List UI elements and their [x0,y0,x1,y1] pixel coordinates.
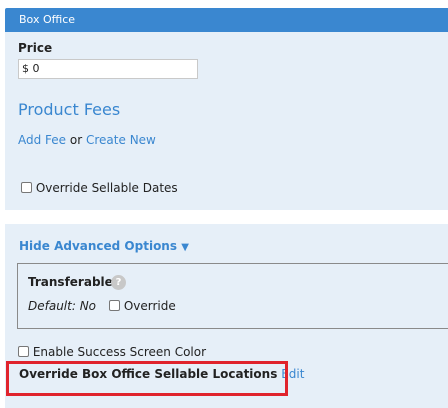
help-icon[interactable]: ? [111,275,126,290]
transferable-override[interactable]: Override [109,299,176,313]
highlight-annotation-box [6,361,288,396]
add-fee-link[interactable]: Add Fee [18,133,66,147]
create-new-link[interactable]: Create New [86,133,156,147]
transferable-label: Transferable [28,275,113,289]
success-color-checkbox[interactable] [18,346,29,357]
transferable-override-checkbox[interactable] [109,300,120,311]
transferable-override-label: Override [123,299,176,313]
pricing-panel: Price $ 0 Product Fees Add Fee or Create… [5,32,448,210]
price-label: Price [18,41,53,55]
transferable-default-text: Default: No [28,299,97,313]
override-sellable-dates[interactable]: Override Sellable Dates [21,181,178,195]
enable-success-screen-color[interactable]: Enable Success Screen Color [18,345,206,359]
product-fees-heading: Product Fees [18,100,121,119]
or-text: or [69,133,83,147]
override-dates-checkbox[interactable] [21,182,32,193]
success-color-label: Enable Success Screen Color [32,345,207,359]
hide-advanced-options-toggle[interactable]: Hide Advanced Options ▼ [19,239,189,253]
caret-down-icon: ▼ [181,242,189,253]
transferable-section: Transferable ? Default: No Override [17,263,448,329]
box-office-header: Box Office [5,8,448,32]
advanced-toggle-label: Hide Advanced Options [19,239,177,253]
price-input[interactable]: $ 0 [18,59,198,79]
fee-links: Add Fee or Create New [18,133,156,147]
override-dates-label: Override Sellable Dates [35,181,178,195]
header-title: Box Office [19,13,76,26]
